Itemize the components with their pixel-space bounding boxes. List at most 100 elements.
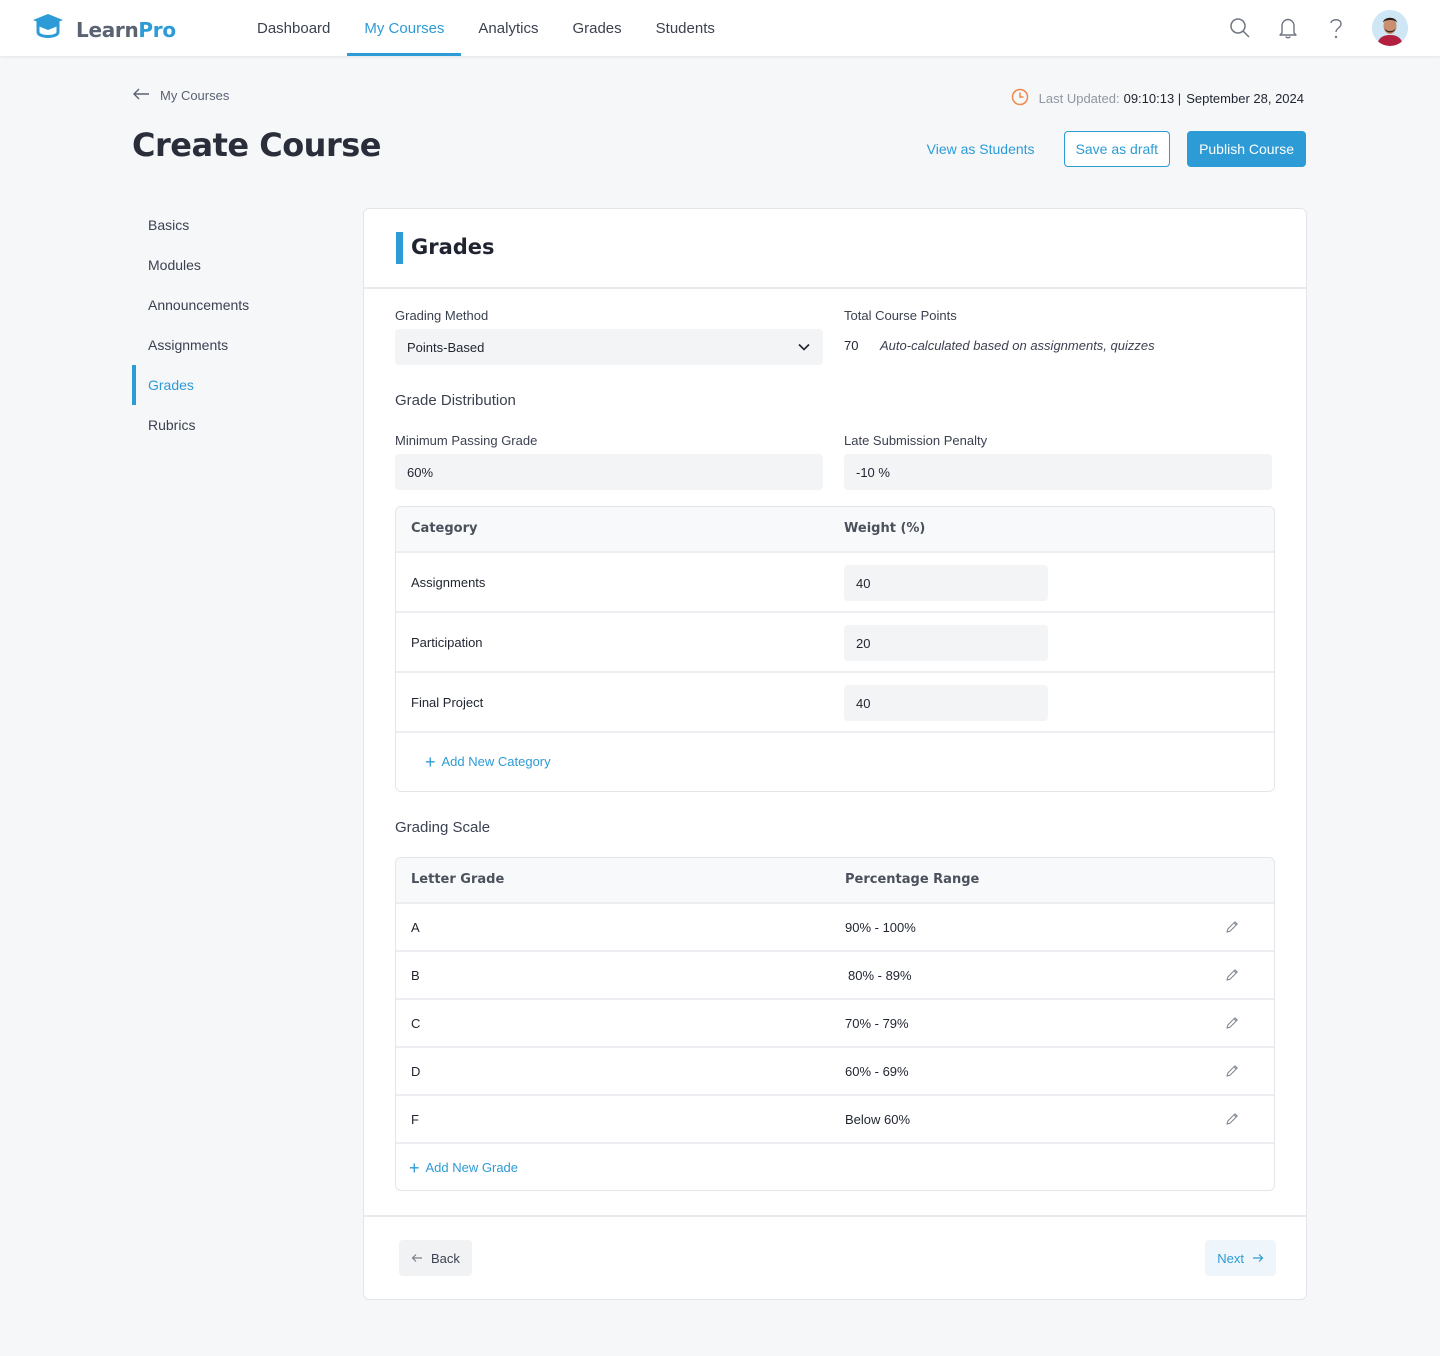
letter-grade: D xyxy=(411,1064,421,1079)
footer-divider xyxy=(364,1215,1306,1217)
last-updated-time: 09:10:13 | xyxy=(1123,91,1182,106)
header-category: Category xyxy=(411,521,478,536)
pencil-icon[interactable] xyxy=(1225,1016,1239,1035)
pencil-icon[interactable] xyxy=(1225,1112,1239,1131)
table-row: F Below 60% xyxy=(396,1096,1274,1144)
header-letter-grade: Letter Grade xyxy=(411,872,505,887)
weight-input[interactable]: 20 xyxy=(844,625,1048,661)
percentage-range: 80% - 89% xyxy=(848,968,912,983)
sidebar-item-basics[interactable]: Basics xyxy=(132,205,332,245)
grading-method-value: Points-Based xyxy=(407,339,485,355)
search-icon[interactable] xyxy=(1228,16,1252,40)
pencil-icon[interactable] xyxy=(1225,920,1239,939)
back-button[interactable]: Back xyxy=(399,1240,472,1276)
weight-input[interactable]: 40 xyxy=(844,685,1048,721)
sidebar-item-announcements[interactable]: Announcements xyxy=(132,285,332,325)
arrow-left-icon xyxy=(132,88,150,103)
nav-my-courses[interactable]: My Courses xyxy=(347,0,462,56)
letter-grade: F xyxy=(411,1112,419,1127)
avatar[interactable] xyxy=(1372,10,1408,46)
nav-grades[interactable]: Grades xyxy=(555,0,638,56)
arrow-right-icon xyxy=(1252,1251,1264,1266)
logo[interactable]: LearnPro xyxy=(32,12,176,47)
section-title: Grades xyxy=(411,235,495,259)
header-actions: View as Students Save as draft Publish C… xyxy=(927,131,1306,167)
nav-dashboard[interactable]: Dashboard xyxy=(240,0,347,56)
total-points-value: 70 xyxy=(844,338,859,353)
table-row: C 70% - 79% xyxy=(396,1000,1274,1048)
category-name: Participation xyxy=(411,635,483,650)
late-penalty-value: -10 % xyxy=(856,464,890,480)
category-name: Assignments xyxy=(411,575,486,590)
nav-analytics[interactable]: Analytics xyxy=(461,0,555,56)
help-icon[interactable] xyxy=(1324,16,1348,40)
total-points-label: Total Course Points xyxy=(844,308,957,323)
plus-icon: + xyxy=(425,751,436,772)
letter-grade: C xyxy=(411,1016,421,1031)
next-label: Next xyxy=(1217,1250,1244,1266)
view-as-students-button[interactable]: View as Students xyxy=(927,141,1035,157)
add-category-button[interactable]: + Add New Category xyxy=(425,751,551,772)
pencil-icon[interactable] xyxy=(1225,1064,1239,1083)
breadcrumb-back[interactable]: My Courses xyxy=(132,88,229,103)
arrow-left-icon xyxy=(411,1251,423,1266)
last-updated-label: Last Updated: xyxy=(1038,91,1120,106)
percentage-range: 90% - 100% xyxy=(845,920,916,935)
header-percentage-range: Percentage Range xyxy=(845,872,980,887)
grading-method-select[interactable]: Points-Based xyxy=(395,329,823,365)
grading-scale-title: Grading Scale xyxy=(395,819,491,836)
table-header: Letter Grade Percentage Range xyxy=(396,858,1274,904)
top-navbar: LearnPro Dashboard My Courses Analytics … xyxy=(0,0,1440,56)
total-points-note: Auto-calculated based on assignments, qu… xyxy=(880,338,1155,353)
grade-distribution-title: Grade Distribution xyxy=(395,392,516,409)
chevron-down-icon xyxy=(797,340,811,357)
header-weight: Weight (%) xyxy=(844,521,926,536)
late-penalty-label: Late Submission Penalty xyxy=(844,433,988,448)
weight-value: 40 xyxy=(856,695,871,711)
back-label: Back xyxy=(431,1250,460,1266)
percentage-range: 70% - 79% xyxy=(845,1016,909,1031)
table-row: A 90% - 100% xyxy=(396,904,1274,952)
percentage-range: Below 60% xyxy=(845,1112,911,1127)
top-icons xyxy=(1228,10,1408,46)
publish-course-button[interactable]: Publish Course xyxy=(1187,131,1306,167)
min-passing-input[interactable]: 60% xyxy=(395,454,823,490)
weight-input[interactable]: 40 xyxy=(844,565,1048,601)
weight-value: 20 xyxy=(856,635,871,651)
table-row: D 60% - 69% xyxy=(396,1048,1274,1096)
table-row: B 80% - 89% xyxy=(396,952,1274,1000)
bell-icon[interactable] xyxy=(1276,16,1300,40)
min-passing-value: 60% xyxy=(407,464,434,480)
last-updated: Last Updated: 09:10:13 | September 28, 2… xyxy=(1011,88,1304,109)
sidebar-item-rubrics[interactable]: Rubrics xyxy=(132,405,332,445)
clock-icon xyxy=(1011,88,1029,109)
grades-card: Grades Grading Method Points-Based Total… xyxy=(363,208,1307,1300)
logo-text: LearnPro xyxy=(76,17,176,42)
category-weight-table: Category Weight (%) Assignments 40 Parti… xyxy=(395,506,1275,792)
save-draft-button[interactable]: Save as draft xyxy=(1063,131,1171,167)
grading-method-label: Grading Method xyxy=(395,308,489,323)
table-row: Final Project 40 xyxy=(396,673,1274,733)
table-header: Category Weight (%) xyxy=(396,507,1274,553)
sidebar-item-assignments[interactable]: Assignments xyxy=(132,325,332,365)
plus-icon: + xyxy=(409,1157,420,1178)
sidebar-item-grades[interactable]: Grades xyxy=(132,365,332,405)
sidebar-item-modules[interactable]: Modules xyxy=(132,245,332,285)
letter-grade: B xyxy=(411,968,420,983)
next-button[interactable]: Next xyxy=(1205,1240,1276,1276)
add-grade-button[interactable]: + Add New Grade xyxy=(409,1157,519,1178)
table-row: Participation 20 xyxy=(396,613,1274,673)
percentage-range: 60% - 69% xyxy=(845,1064,909,1079)
section-accent-bar xyxy=(396,232,403,264)
nav-students[interactable]: Students xyxy=(639,0,732,56)
category-name: Final Project xyxy=(411,695,484,710)
add-grade-label: Add New Grade xyxy=(425,1160,519,1175)
page-title: Create Course xyxy=(132,126,381,164)
breadcrumb-label: My Courses xyxy=(160,88,230,103)
grading-scale-table: Letter Grade Percentage Range A 90% - 10… xyxy=(395,857,1275,1191)
main-nav: Dashboard My Courses Analytics Grades St… xyxy=(240,0,732,56)
pencil-icon[interactable] xyxy=(1225,968,1239,987)
weight-value: 40 xyxy=(856,575,871,591)
late-penalty-input[interactable]: -10 % xyxy=(844,454,1272,490)
last-updated-date: September 28, 2024 xyxy=(1186,91,1304,106)
